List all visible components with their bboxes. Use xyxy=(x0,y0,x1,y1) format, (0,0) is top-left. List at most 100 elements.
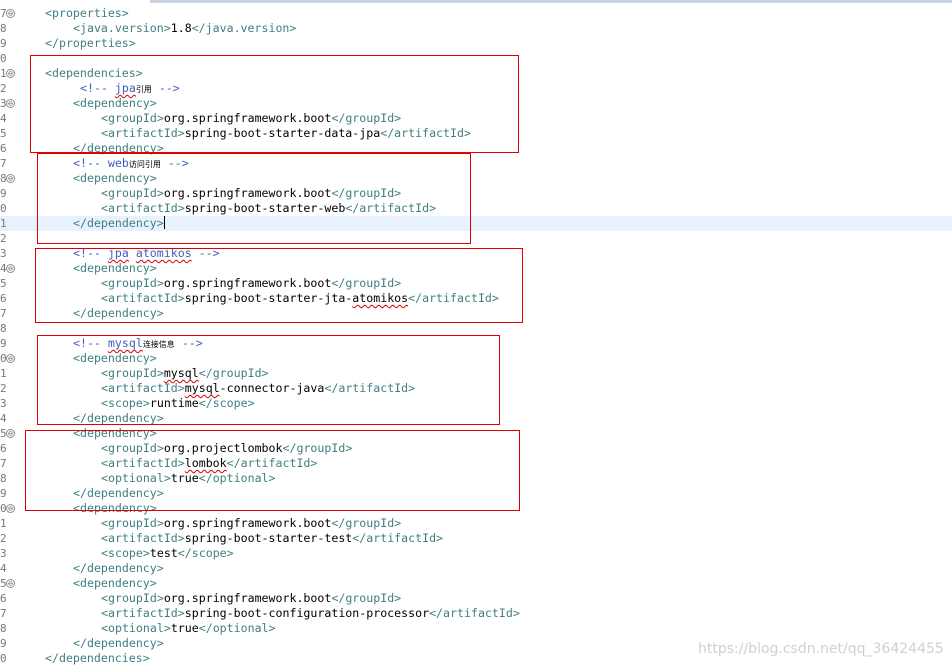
code-line[interactable]: 7 <artifactId>spring-boot-configuration-p… xyxy=(0,606,952,621)
xml-tag-token: </groupId> xyxy=(198,366,269,380)
code-line[interactable]: 7 <!-- web访问引用 --> xyxy=(0,156,952,171)
line-number: 8 xyxy=(0,322,6,335)
fold-toggle-icon[interactable]: ⊖ xyxy=(6,504,15,513)
code-line[interactable]: 1 ⊖ <dependencies> xyxy=(0,66,952,81)
code-line[interactable]: 7 <artifactId>lombok</artifactId> xyxy=(0,456,952,471)
comment-token: mysql xyxy=(107,336,143,350)
code-text: </properties> xyxy=(45,36,136,51)
comment-token: --> xyxy=(151,81,180,95)
code-line[interactable]: 4 ⊖ <dependency> xyxy=(0,261,952,276)
code-text: <!-- mysql连接信息 --> xyxy=(73,336,203,352)
line-number: 7 xyxy=(0,607,6,620)
text-token: org.springframework.boot xyxy=(163,186,332,200)
text-token: true xyxy=(170,471,199,485)
code-text: </dependency> xyxy=(73,561,164,576)
xml-tag-token: </groupId> xyxy=(331,111,402,125)
xml-tag-token: </dependency> xyxy=(73,216,164,230)
code-line[interactable]: 7 ⊖ <properties> xyxy=(0,6,952,21)
code-line[interactable]: 8 <optional>true</optional> xyxy=(0,621,952,636)
xml-tag-token: <scope> xyxy=(101,546,150,560)
code-line[interactable]: 5 <groupId>org.springframework.boot</grou… xyxy=(0,276,952,291)
fold-toggle-icon[interactable]: ⊖ xyxy=(6,69,15,78)
code-text: </dependency> xyxy=(73,486,164,501)
xml-tag-token: <dependency> xyxy=(73,171,157,185)
code-line[interactable]: 5 ⊖ <dependency> xyxy=(0,576,952,591)
xml-tag-token: </dependency> xyxy=(73,561,164,575)
code-line[interactable]: 3 <scope>runtime</scope> xyxy=(0,396,952,411)
xml-tag-token: <java.version> xyxy=(73,21,171,35)
code-line[interactable]: 4 <groupId>org.springframework.boot</grou… xyxy=(0,111,952,126)
line-number: 0 xyxy=(0,52,6,65)
xml-tag-token: </dependencies> xyxy=(45,651,150,665)
xml-tag-token: </dependency> xyxy=(73,486,164,500)
text-token: org.projectlombok xyxy=(163,441,283,455)
text-token: test xyxy=(149,546,178,560)
comment-token: atomikos xyxy=(135,246,192,260)
code-line[interactable]: 0 ⊖ <dependency> xyxy=(0,351,952,366)
code-line[interactable]: 2 <artifactId>mysql-connector-java</artif… xyxy=(0,381,952,396)
code-text: <dependency> xyxy=(73,171,157,186)
code-line[interactable]: 2 <!-- jpa引用 --> xyxy=(0,81,952,96)
xml-tag-token: </artifactId> xyxy=(324,381,416,395)
line-number: 2 xyxy=(0,532,6,545)
code-editor[interactable]: 7 ⊖ <properties> 8 <java.version>1.8</java.v… xyxy=(0,0,952,669)
code-line[interactable]: 4 </dependency> xyxy=(0,411,952,426)
xml-tag-token: </groupId> xyxy=(331,276,402,290)
code-line[interactable]: 3 <scope>test</scope> xyxy=(0,546,952,561)
code-line[interactable]: 3 <!-- jpa atomikos --> xyxy=(0,246,952,261)
code-line[interactable]: 6 <groupId>org.projectlombok</groupId> xyxy=(0,441,952,456)
code-line[interactable]: 9 <groupId>org.springframework.boot</grou… xyxy=(0,186,952,201)
line-number: 7 xyxy=(0,157,6,170)
code-text: <groupId>mysql</groupId> xyxy=(101,366,269,381)
xml-tag-token: <artifactId> xyxy=(101,606,185,620)
xml-tag-token: <properties> xyxy=(45,6,129,20)
code-line[interactable]: 0 ⊖ <dependency> xyxy=(0,501,952,516)
code-line[interactable]: 2 <artifactId>spring-boot-starter-test</a… xyxy=(0,531,952,546)
line-number: 1 xyxy=(0,367,6,380)
code-line[interactable]: 1 <groupId>org.springframework.boot</grou… xyxy=(0,516,952,531)
code-line[interactable]: 8 <optional>true</optional> xyxy=(0,471,952,486)
xml-tag-token: <dependency> xyxy=(73,261,157,275)
fold-toggle-icon[interactable]: ⊖ xyxy=(6,9,15,18)
code-line[interactable]: 8 <java.version>1.8</java.version> xyxy=(0,21,952,36)
fold-toggle-icon[interactable]: ⊖ xyxy=(6,429,15,438)
text-token: org.springframework.boot xyxy=(163,111,332,125)
xml-tag-token: <artifactId> xyxy=(101,531,185,545)
xml-tag-token: <dependency> xyxy=(73,501,157,515)
fold-toggle-icon[interactable]: ⊖ xyxy=(6,264,15,273)
line-number: 4 xyxy=(0,112,6,125)
code-text: <groupId>org.springframework.boot</group… xyxy=(101,516,401,531)
code-line[interactable]: 5 <artifactId>spring-boot-starter-data-jp… xyxy=(0,126,952,141)
code-line[interactable]: 9 </dependency> xyxy=(0,486,952,501)
fold-toggle-icon[interactable]: ⊖ xyxy=(6,174,15,183)
code-line[interactable]: 6 <groupId>org.springframework.boot</grou… xyxy=(0,591,952,606)
code-line[interactable]: 8 xyxy=(0,321,952,336)
fold-toggle-icon[interactable]: ⊖ xyxy=(6,579,15,588)
fold-toggle-icon[interactable]: ⊖ xyxy=(6,354,15,363)
fold-toggle-icon[interactable]: ⊖ xyxy=(6,99,15,108)
code-line[interactable]: 6 <artifactId>spring-boot-starter-jta-ato… xyxy=(0,291,952,306)
code-line[interactable]: 7 </dependency> xyxy=(0,306,952,321)
code-line[interactable]: 1 </dependency> xyxy=(0,216,952,231)
code-text: <dependency> xyxy=(73,426,157,441)
code-line[interactable]: 3 ⊖ <dependency> xyxy=(0,96,952,111)
xml-tag-token: <dependencies> xyxy=(45,66,143,80)
code-text: <artifactId>spring-boot-starter-jta-atom… xyxy=(101,291,499,306)
line-number: 7 xyxy=(0,307,6,320)
code-line[interactable]: 8 ⊖ <dependency> xyxy=(0,171,952,186)
code-line[interactable]: 6 </dependency> xyxy=(0,141,952,156)
line-number: 5 xyxy=(0,127,6,140)
code-line[interactable]: 5 ⊖ <dependency> xyxy=(0,426,952,441)
code-line[interactable]: 1 <groupId>mysql</groupId> xyxy=(0,366,952,381)
code-line[interactable]: 9 <!-- mysql连接信息 --> xyxy=(0,336,952,351)
line-number: 4 xyxy=(0,562,6,575)
code-line[interactable]: 0 xyxy=(0,51,952,66)
code-line[interactable]: 4 </dependency> xyxy=(0,561,952,576)
xml-tag-token: <dependency> xyxy=(73,351,157,365)
editor-top-border xyxy=(150,0,952,3)
code-line[interactable]: 9 </properties> xyxy=(0,36,952,51)
code-text: <groupId>org.springframework.boot</group… xyxy=(101,111,401,126)
text-token: atomikos xyxy=(352,291,409,305)
code-line[interactable]: 0 <artifactId>spring-boot-starter-web</ar… xyxy=(0,201,952,216)
code-line[interactable]: 2 xyxy=(0,231,952,246)
